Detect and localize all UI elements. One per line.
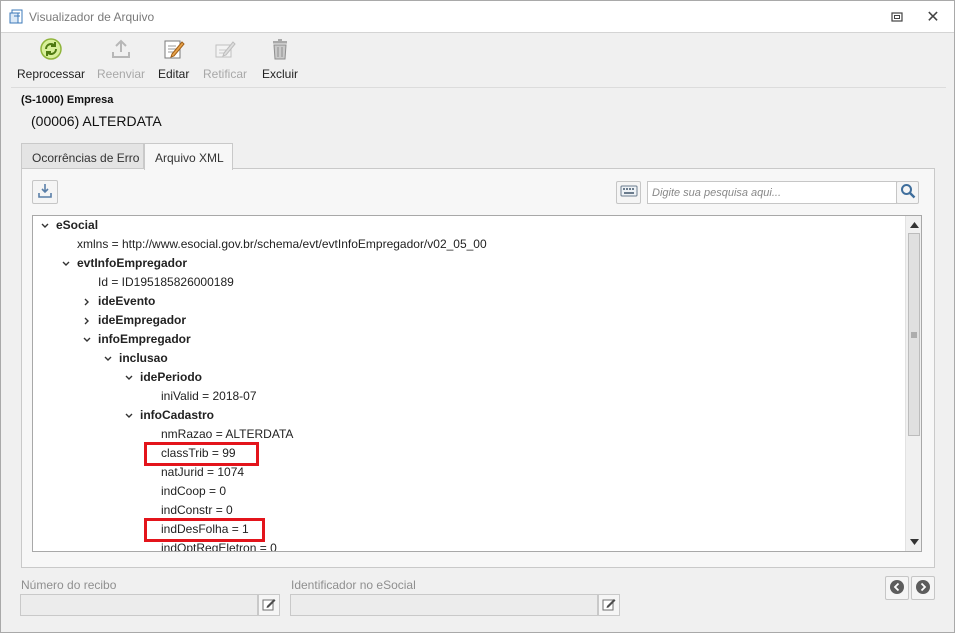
edit-label: Editar bbox=[158, 67, 190, 81]
receipt-edit-button[interactable] bbox=[258, 594, 280, 616]
rectify-button[interactable]: Retificar bbox=[203, 35, 248, 81]
resend-label: Reenviar bbox=[97, 67, 146, 81]
xml-tab-panel: eSocialxmlns = http://www.esocial.gov.br… bbox=[21, 168, 935, 568]
tab-xml-file[interactable]: Arquivo XML bbox=[144, 143, 233, 170]
expanded-chevron-icon[interactable] bbox=[124, 368, 134, 387]
toolbar-divider bbox=[11, 87, 946, 88]
tree-node[interactable]: indCoop = 0 bbox=[161, 482, 226, 501]
event-title: (S-1000) Empresa bbox=[21, 94, 114, 106]
esocial-id-label: Identificador no eSocial bbox=[291, 578, 416, 592]
tree-node[interactable]: Id = ID195185826000189 bbox=[98, 273, 234, 292]
keyboard-icon bbox=[620, 184, 638, 201]
virtual-keyboard-button[interactable] bbox=[616, 181, 641, 204]
tree-node[interactable]: eSocial bbox=[56, 216, 98, 235]
scroll-up-arrow-icon[interactable] bbox=[906, 217, 921, 233]
restore-icon[interactable] bbox=[887, 7, 907, 27]
app-icon bbox=[9, 9, 25, 25]
download-icon bbox=[37, 183, 53, 202]
tree-node[interactable]: indOptRegEletron = 0 bbox=[161, 539, 277, 551]
receipt-number-label: Número do recibo bbox=[21, 578, 117, 592]
scroll-thumb[interactable] bbox=[908, 233, 920, 436]
trash-icon bbox=[268, 37, 292, 61]
delete-button[interactable]: Excluir bbox=[262, 35, 299, 81]
tree-node[interactable]: idePeriodo bbox=[140, 368, 202, 387]
search-field bbox=[647, 181, 897, 204]
next-button[interactable] bbox=[911, 576, 935, 600]
toolbar: Reprocessar Reenviar Editar Retificar Ex… bbox=[11, 35, 951, 81]
tree-node[interactable]: evtInfoEmpregador bbox=[77, 254, 187, 273]
receipt-number-field bbox=[20, 594, 258, 616]
rectify-icon bbox=[213, 37, 237, 61]
esocial-id-edit-button[interactable] bbox=[598, 594, 620, 616]
close-icon[interactable]: ✕ bbox=[923, 7, 943, 27]
resend-button[interactable]: Reenviar bbox=[97, 35, 146, 81]
title-bar: Visualizador de Arquivo ✕ bbox=[1, 1, 954, 33]
xml-tree[interactable]: eSocial xmlns = http://www.esocial.gov.br… bbox=[32, 215, 922, 552]
tree-node[interactable]: ideEvento bbox=[98, 292, 155, 311]
event-company: (00006) ALTERDATA bbox=[31, 113, 162, 129]
reprocess-button[interactable]: Reprocessar bbox=[17, 35, 86, 81]
window-title: Visualizador de Arquivo bbox=[29, 10, 155, 24]
expanded-chevron-icon[interactable] bbox=[40, 216, 50, 235]
delete-label: Excluir bbox=[262, 67, 299, 81]
arrow-right-circle-icon bbox=[915, 579, 931, 598]
edit-icon bbox=[162, 37, 186, 61]
reprocess-icon bbox=[39, 37, 63, 61]
expanded-chevron-icon[interactable] bbox=[103, 349, 113, 368]
esocial-id-field bbox=[290, 594, 598, 616]
expanded-chevron-icon[interactable] bbox=[61, 254, 71, 273]
arrow-left-circle-icon bbox=[889, 579, 905, 598]
upload-icon bbox=[109, 37, 133, 61]
tree-node[interactable]: inclusao bbox=[119, 349, 168, 368]
reprocess-label: Reprocessar bbox=[17, 67, 86, 81]
expanded-chevron-icon[interactable] bbox=[82, 330, 92, 349]
tree-node[interactable]: infoEmpregador bbox=[98, 330, 191, 349]
edit-field-icon bbox=[262, 597, 276, 614]
tree-node[interactable]: infoCadastro bbox=[140, 406, 214, 425]
search-input[interactable] bbox=[648, 182, 896, 203]
download-button[interactable] bbox=[32, 180, 58, 204]
tab-label: Ocorrências de Erro bbox=[32, 151, 140, 165]
expanded-chevron-icon[interactable] bbox=[124, 406, 134, 425]
edit-button[interactable]: Editar bbox=[158, 35, 190, 81]
tree-node[interactable]: xmlns = http://www.esocial.gov.br/schema… bbox=[77, 235, 487, 254]
previous-button[interactable] bbox=[885, 576, 909, 600]
collapsed-chevron-icon[interactable] bbox=[82, 311, 92, 330]
tree-node[interactable]: ideEmpregador bbox=[98, 311, 186, 330]
search-button[interactable] bbox=[896, 181, 919, 204]
tab-error-occurrences[interactable]: Ocorrências de Erro bbox=[21, 143, 144, 169]
rectify-label: Retificar bbox=[203, 67, 248, 81]
vertical-scrollbar[interactable] bbox=[905, 216, 921, 551]
scroll-down-arrow-icon[interactable] bbox=[906, 534, 921, 550]
tree-node[interactable]: iniValid = 2018-07 bbox=[161, 387, 257, 406]
search-icon bbox=[900, 183, 916, 202]
edit-field-icon bbox=[602, 597, 616, 614]
tree-node[interactable]: natJurid = 1074 bbox=[161, 463, 244, 482]
file-viewer-window: Visualizador de Arquivo ✕ Reprocessar Re… bbox=[0, 0, 955, 633]
tab-label: Arquivo XML bbox=[155, 151, 224, 165]
collapsed-chevron-icon[interactable] bbox=[82, 292, 92, 311]
